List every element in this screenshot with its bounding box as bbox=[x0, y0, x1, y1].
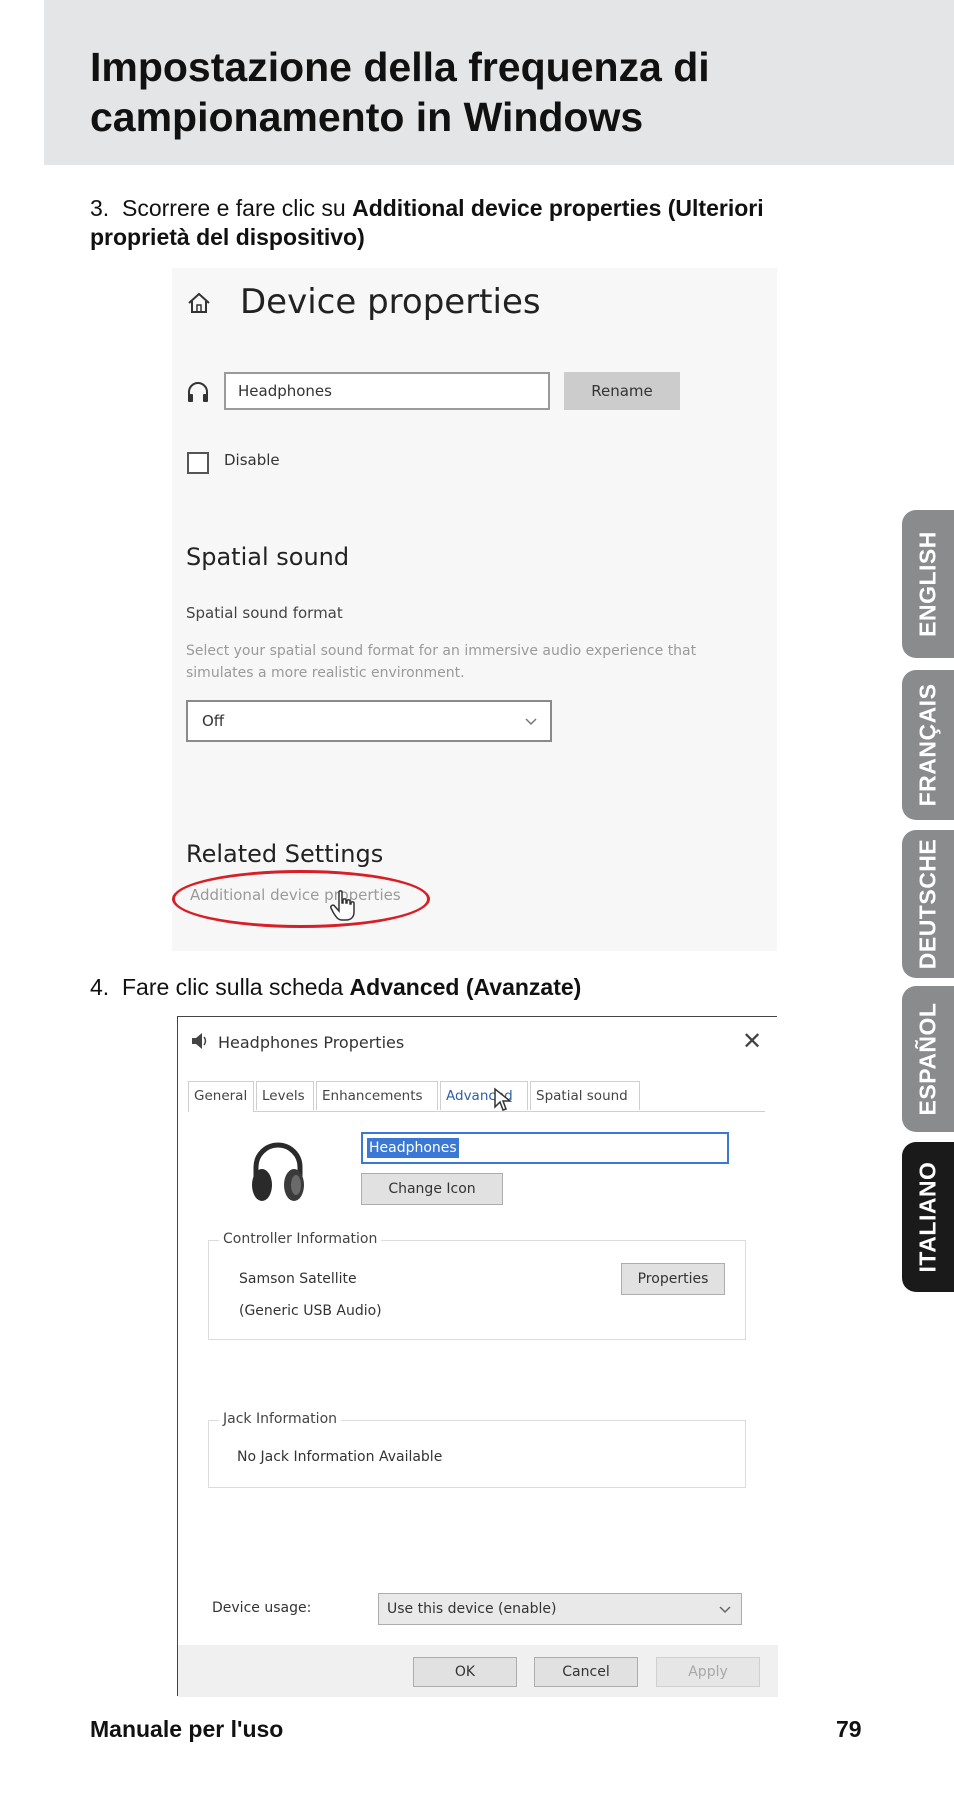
jack-information-group: Jack Information No Jack Information Ava… bbox=[208, 1411, 746, 1488]
headphones-device-icon bbox=[252, 1142, 304, 1201]
disable-label: Disable bbox=[224, 451, 280, 469]
tab-levels[interactable]: Levels bbox=[256, 1081, 314, 1110]
page-title: Impostazione della frequenza di campiona… bbox=[90, 44, 710, 140]
step-number: 3. bbox=[90, 195, 110, 221]
rename-button[interactable]: Rename bbox=[564, 372, 680, 410]
tab-general[interactable]: General bbox=[188, 1081, 254, 1112]
chevron-down-icon bbox=[525, 718, 537, 726]
language-tab-label: ESPAÑOL bbox=[914, 1002, 941, 1116]
language-tab-deutsche[interactable]: DEUTSCHE bbox=[902, 830, 954, 978]
tab-advanced[interactable]: Advanced bbox=[440, 1081, 528, 1110]
tab-enhancements[interactable]: Enhancements bbox=[316, 1081, 438, 1110]
page-number: 79 bbox=[836, 1716, 862, 1742]
controller-information-legend: Controller Information bbox=[219, 1231, 382, 1247]
cancel-button[interactable]: Cancel bbox=[534, 1657, 638, 1687]
ok-button[interactable]: OK bbox=[413, 1657, 517, 1687]
chevron-down-icon bbox=[719, 1606, 731, 1614]
language-tab-label: DEUTSCHE bbox=[914, 838, 941, 970]
controller-information-group: Controller Information Samson Satellite … bbox=[208, 1231, 746, 1340]
language-tab-espanol[interactable]: ESPAÑOL bbox=[902, 986, 954, 1132]
change-icon-button[interactable]: Change Icon bbox=[361, 1173, 503, 1205]
step-4: 4. Fare clic sulla scheda Advanced (Avanz… bbox=[90, 973, 581, 1002]
device-name-selected: Headphones bbox=[367, 1138, 459, 1158]
apply-button[interactable]: Apply bbox=[656, 1657, 760, 1687]
step-text: Scorrere e fare clic su bbox=[122, 195, 353, 221]
jack-information-text: No Jack Information Available bbox=[237, 1449, 443, 1465]
device-properties-title: Device properties bbox=[240, 282, 541, 322]
spatial-sound-description: Select your spatial sound format for an … bbox=[186, 643, 697, 681]
spatial-format-select[interactable]: Off bbox=[186, 700, 552, 742]
language-tab-label: ENGLISH bbox=[914, 531, 941, 637]
device-properties-screenshot: Device properties Headphones Rename Disa… bbox=[172, 268, 777, 951]
headphones-icon bbox=[188, 382, 208, 402]
device-usage-select[interactable]: Use this device (enable) bbox=[378, 1593, 742, 1625]
device-usage-label: Device usage: bbox=[212, 1600, 312, 1616]
headphones-properties-dialog: Headphones Properties ✕ General Levels E… bbox=[177, 1016, 778, 1697]
highlight-ellipse bbox=[172, 870, 430, 928]
related-settings-heading: Related Settings bbox=[186, 840, 384, 868]
step-text: Fare clic sulla scheda bbox=[122, 974, 350, 1000]
tab-spatial-sound[interactable]: Spatial sound bbox=[530, 1081, 640, 1110]
home-icon bbox=[188, 292, 210, 313]
device-usage-value: Use this device (enable) bbox=[387, 1601, 557, 1617]
disable-checkbox[interactable] bbox=[187, 452, 209, 474]
jack-information-legend: Jack Information bbox=[219, 1411, 342, 1427]
language-tab-english[interactable]: ENGLISH bbox=[902, 510, 954, 658]
device-name-field[interactable]: Headphones bbox=[361, 1132, 729, 1164]
manual-label: Manuale per l'uso bbox=[90, 1716, 284, 1742]
arrow-cursor-icon bbox=[494, 1087, 513, 1111]
properties-button[interactable]: Properties bbox=[621, 1263, 725, 1295]
spatial-sound-format-label: Spatial sound format bbox=[186, 604, 343, 622]
language-tab-label: FRANÇAIS bbox=[914, 683, 941, 807]
speaker-icon bbox=[192, 1033, 207, 1049]
tab-bar: General Levels Enhancements Advanced Spa… bbox=[188, 1081, 765, 1112]
step-bold-text: Advanced (Avanzate) bbox=[349, 974, 582, 1000]
device-name-input[interactable]: Headphones bbox=[224, 372, 550, 410]
language-tab-italiano[interactable]: ITALIANO bbox=[902, 1142, 954, 1292]
hand-cursor-icon bbox=[330, 890, 355, 921]
controller-driver: (Generic USB Audio) bbox=[239, 1303, 382, 1319]
spatial-sound-heading: Spatial sound bbox=[186, 543, 350, 571]
spatial-format-value: Off bbox=[202, 712, 225, 730]
dialog-title: Headphones Properties bbox=[218, 1033, 405, 1052]
language-tab-label: ITALIANO bbox=[914, 1161, 941, 1273]
close-icon[interactable]: ✕ bbox=[742, 1027, 762, 1055]
dialog-button-bar: OK Cancel Apply bbox=[178, 1645, 778, 1697]
controller-name: Samson Satellite bbox=[239, 1271, 357, 1287]
step-number: 4. bbox=[90, 974, 110, 1000]
language-tab-francais[interactable]: FRANÇAIS bbox=[902, 670, 954, 820]
step-3: 3. Scorrere e fare clic su Additional dev… bbox=[90, 194, 850, 252]
